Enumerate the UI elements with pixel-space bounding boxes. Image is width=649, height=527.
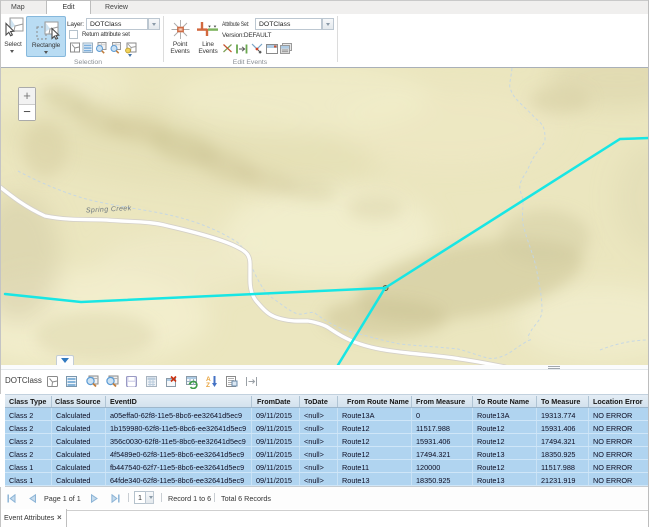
svg-text:Z: Z bbox=[206, 382, 210, 389]
